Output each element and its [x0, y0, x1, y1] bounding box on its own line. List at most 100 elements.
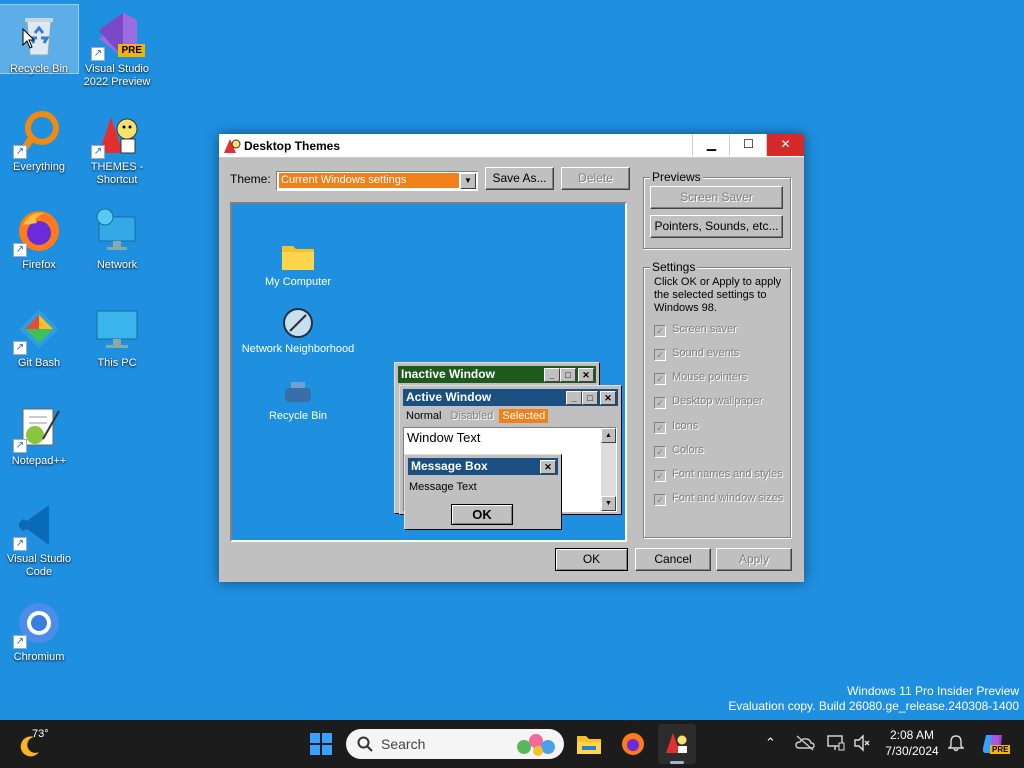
monitor-icon	[93, 305, 141, 353]
checkmark-icon: ✓	[654, 349, 666, 361]
desktop-icon-label: Firefox	[22, 259, 56, 271]
speaker-muted-icon[interactable]	[853, 734, 871, 752]
mouse-cursor-icon	[22, 28, 36, 49]
scroll-down-icon: ▼	[601, 496, 616, 511]
checkbox-colors[interactable]: ✓ Colors	[654, 444, 704, 458]
delete-button[interactable]: Delete	[561, 167, 630, 190]
scroll-up-icon: ▲	[601, 428, 616, 443]
shortcut-arrow-icon: ↗	[13, 635, 27, 649]
ok-button[interactable]: OK	[555, 548, 628, 571]
previews-group-label: Previews	[650, 170, 703, 184]
screen-saver-button[interactable]: Screen Saver	[650, 186, 783, 209]
message-box-titlebar: Message Box ✕	[408, 458, 558, 475]
desktop-icon-everything[interactable]: ↗ Everything	[0, 103, 78, 174]
desktop-icon-chromium[interactable]: ↗ Chromium	[0, 593, 78, 664]
desktop-icon-label: Everything	[13, 161, 65, 173]
clock-time: 2:08 AM	[889, 728, 935, 742]
desktop-icon-firefox[interactable]: ↗ Firefox	[0, 201, 78, 272]
maximize-icon: □	[560, 368, 576, 382]
checkbox-label: Sound events	[672, 347, 740, 359]
checkbox-label: Desktop wallpaper	[672, 395, 763, 407]
close-button[interactable]: ✕	[766, 134, 804, 156]
shortcut-arrow-icon: ↗	[13, 145, 27, 159]
dialog-titlebar[interactable]: Desktop Themes ▁ ☐ ✕	[219, 134, 804, 158]
desktop-icon-label: Network	[96, 259, 138, 271]
close-icon: ✕	[578, 368, 594, 382]
checkbox-mouse-pointers[interactable]: ✓ Mouse pointers	[654, 371, 747, 385]
checkbox-icons[interactable]: ✓ Icons	[654, 420, 698, 434]
window-text: Window Text	[407, 430, 481, 445]
desktop-themes-dialog: Desktop Themes ▁ ☐ ✕ Theme: Current Wind…	[219, 134, 804, 582]
close-icon: ✕	[600, 391, 616, 405]
inactive-window-title: Inactive Window	[401, 367, 495, 381]
desktop-icon-this-pc[interactable]: This PC	[78, 299, 156, 370]
checkbox-label: Font names and styles	[672, 468, 783, 480]
shortcut-arrow-icon: ↗	[13, 243, 27, 257]
file-explorer-icon[interactable]	[576, 732, 602, 756]
checkbox-label: Colors	[672, 444, 704, 456]
desktop-icon-label: Git Bash	[17, 357, 61, 369]
message-box-title: Message Box	[411, 459, 488, 473]
checkbox-desktop-wallpaper[interactable]: ✓ Desktop wallpaper	[654, 395, 763, 409]
cancel-button[interactable]: Cancel	[635, 548, 711, 571]
notification-bell-icon[interactable]	[948, 734, 964, 752]
desktop-icon-themes-shortcut[interactable]: ↗ THEMES - Shortcut	[78, 103, 156, 187]
watermark-line-1: Windows 11 Pro Insider Preview	[847, 684, 1019, 698]
shortcut-arrow-icon: ↗	[13, 537, 27, 551]
desktop-icon-label: Chromium	[13, 651, 65, 663]
clock-date: 7/30/2024	[885, 744, 939, 758]
maximize-icon: ☐	[743, 137, 754, 151]
desktop-icon-visual-studio-code[interactable]: ↗ Visual Studio Code	[0, 495, 78, 579]
active-window-title: Active Window	[406, 390, 492, 404]
checkmark-icon: ✓	[654, 325, 666, 337]
themes-taskbar-button[interactable]	[658, 724, 696, 764]
checkmark-icon: ✓	[654, 446, 666, 458]
desktop-icon-git-bash[interactable]: ↗ Git Bash	[0, 299, 78, 370]
checkbox-font-names[interactable]: ✓ Font names and styles	[654, 468, 783, 482]
firefox-taskbar-icon[interactable]	[620, 731, 646, 757]
chevron-down-icon[interactable]: ▼	[460, 173, 476, 189]
taskbar-search-box[interactable]: Search	[346, 729, 564, 759]
shortcut-arrow-icon: ↗	[13, 439, 27, 453]
save-as-button[interactable]: Save As...	[485, 167, 554, 190]
copilot-button[interactable]: PRE	[980, 731, 1011, 757]
preview-icon-label: Network Neighborhood	[241, 343, 355, 355]
checkbox-font-window-sizes[interactable]: ✓ Font and window sizes	[654, 492, 783, 506]
apply-button[interactable]: Apply	[716, 548, 792, 571]
checkbox-sound-events[interactable]: ✓ Sound events	[654, 347, 739, 361]
display-icon[interactable]	[827, 734, 845, 752]
desktop-icon-label: This PC	[97, 357, 137, 369]
chevron-up-icon[interactable]: ⌃	[765, 735, 776, 751]
preview-message-box: Message Box ✕ Message Text OK	[404, 454, 562, 530]
menu-normal: Normal	[406, 410, 442, 422]
desktop-icon-notepad-plus-plus[interactable]: ↗ Notepad++	[0, 397, 78, 468]
pointers-sounds-button[interactable]: Pointers, Sounds, etc...	[650, 215, 783, 238]
windows-start-icon[interactable]	[309, 732, 333, 756]
desktop-icon-visual-studio-2022-preview[interactable]: PRE ↗ Visual Studio 2022 Preview	[78, 5, 156, 89]
taskbar-clock[interactable]: 2:08 AM 7/30/2024	[884, 727, 940, 759]
theme-dropdown[interactable]: Current Windows settings ▼	[276, 171, 478, 191]
message-text: Message Text	[409, 481, 477, 493]
dialog-title: Desktop Themes	[244, 139, 341, 153]
folder-icon	[281, 240, 315, 272]
weather-widget[interactable]: 73°	[16, 728, 56, 760]
maximize-button[interactable]: ☐	[729, 134, 767, 156]
active-app-indicator	[670, 761, 684, 764]
checkmark-icon: ✓	[654, 494, 666, 506]
notepad-plus-plus-icon: ↗	[13, 403, 63, 453]
desktop-icon-network[interactable]: Network	[78, 201, 156, 272]
checkbox-screen-saver[interactable]: ✓ Screen saver	[654, 323, 737, 337]
minimize-button[interactable]: ▁	[692, 134, 730, 156]
desktop-icon-recycle-bin[interactable]: Recycle Bin	[0, 4, 79, 75]
search-placeholder: Search	[381, 736, 426, 752]
active-window-titlebar: Active Window _ □ ✕	[403, 389, 618, 406]
preview-icon-network-neighborhood: Network Neighborhood	[240, 307, 356, 355]
shortcut-arrow-icon: ↗	[91, 47, 105, 61]
settings-description: Click OK or Apply to apply the selected …	[654, 276, 782, 314]
watermark-line-2: Evaluation copy. Build 26080.ge_release.…	[728, 699, 1019, 713]
firefox-icon: ↗	[13, 207, 63, 257]
checkbox-label: Font and window sizes	[672, 492, 784, 504]
close-icon: ✕	[540, 460, 556, 474]
onedrive-icon[interactable]	[795, 735, 815, 751]
theme-label: Theme:	[230, 172, 271, 186]
